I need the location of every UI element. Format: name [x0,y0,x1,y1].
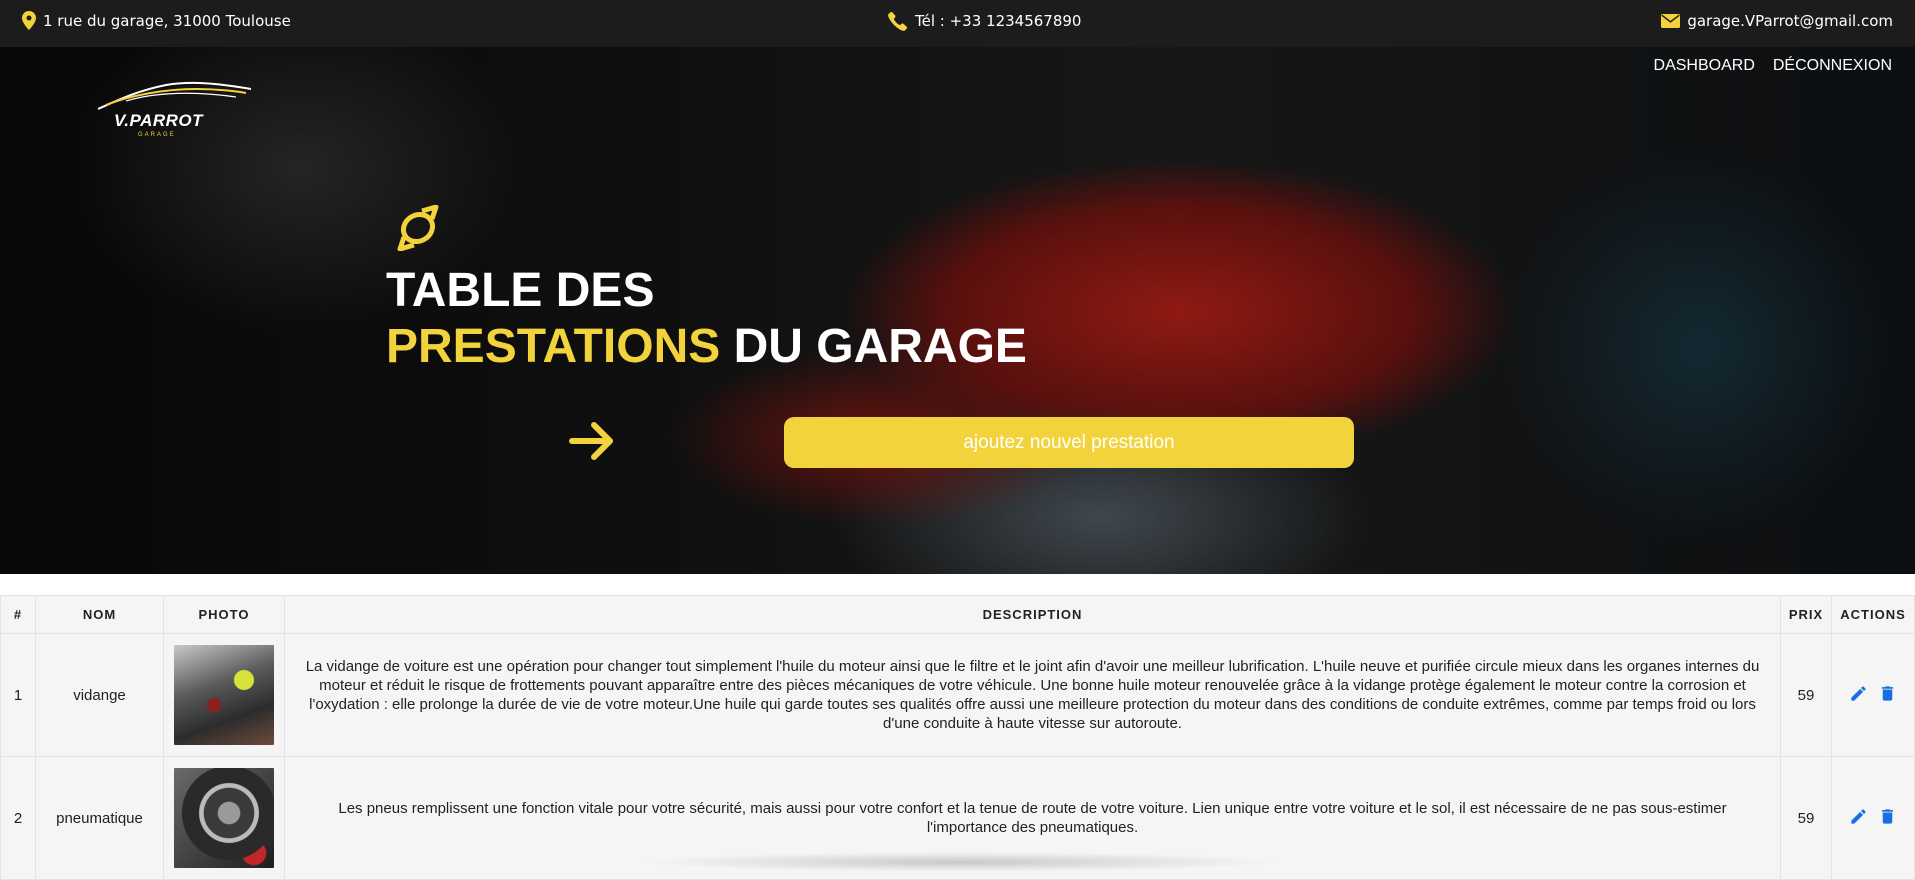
address-text: 1 rue du garage, 31000 Toulouse [43,11,291,30]
page-title: TABLE DES PRESTATIONS DU GARAGE [386,263,1027,375]
delete-button[interactable] [1878,684,1897,707]
column-header-price: PRIX [1780,595,1832,634]
arrow-right-icon [569,422,613,460]
title-highlight: PRESTATIONS [386,320,721,373]
table-header-row: # NOM PHOTO DESCRIPTION PRIX ACTIONS [0,595,1915,634]
nav-logout-link[interactable]: DÉCONNEXION [1773,57,1892,75]
row-actions [1831,756,1915,880]
logo-brand: V.PARROT [114,111,204,130]
row-photo-cell [163,756,285,880]
nav-dashboard-link[interactable]: DASHBOARD [1654,57,1755,75]
row-name: vidange [35,633,164,757]
pencil-icon [1851,685,1866,701]
car-silhouette-icon [97,81,252,110]
title-line-1: TABLE DES [386,264,655,317]
add-service-button[interactable]: ajoutez nouvel prestation [784,417,1354,468]
row-id: 1 [0,633,36,757]
services-table: # NOM PHOTO DESCRIPTION PRIX ACTIONS 1 v… [0,595,1915,880]
title-rest: DU GARAGE [720,320,1027,373]
envelope-icon [1661,13,1681,28]
trash-icon [1881,808,1894,824]
row-name: pneumatique [35,756,164,880]
phone-icon [888,11,908,31]
delete-button[interactable] [1878,807,1897,830]
map-pin-icon [22,11,36,30]
hero-banner: V.PARROT GARAGE DASHBOARD DÉCONNEXION TA… [0,47,1915,574]
phone-text: Tél : +33 1234567890 [915,11,1082,30]
phone-info: Tél : +33 1234567890 [888,0,1081,41]
logo-subtitle: GARAGE [138,132,176,138]
floating-shadow [640,852,1280,872]
column-header-photo: PHOTO [163,595,285,634]
column-header-name: NOM [35,595,164,634]
row-price: 59 [1780,633,1832,757]
pencil-icon [1851,808,1866,824]
table-row: 1 vidange La vidange de voiture est une … [0,633,1915,757]
column-header-id: # [0,595,36,634]
email-info: garage.VParrot@gmail.com [1661,0,1893,41]
logo[interactable]: V.PARROT GARAGE [96,75,256,145]
column-header-description: DESCRIPTION [284,595,1781,634]
row-description: La vidange de voiture est une opération … [284,633,1781,757]
top-info-bar: 1 rue du garage, 31000 Toulouse Tél : +3… [0,0,1915,47]
column-header-actions: ACTIONS [1831,595,1915,634]
service-photo [174,768,274,868]
row-id: 2 [0,756,36,880]
swirl-icon [397,205,439,251]
main-nav: DASHBOARD DÉCONNEXION [1654,57,1892,75]
row-actions [1831,633,1915,757]
row-photo-cell [163,633,285,757]
address-info: 1 rue du garage, 31000 Toulouse [22,0,291,41]
edit-button[interactable] [1849,807,1868,830]
email-text: garage.VParrot@gmail.com [1687,11,1893,30]
service-photo [174,645,274,745]
edit-button[interactable] [1849,684,1868,707]
row-price: 59 [1780,756,1832,880]
trash-icon [1881,685,1894,701]
